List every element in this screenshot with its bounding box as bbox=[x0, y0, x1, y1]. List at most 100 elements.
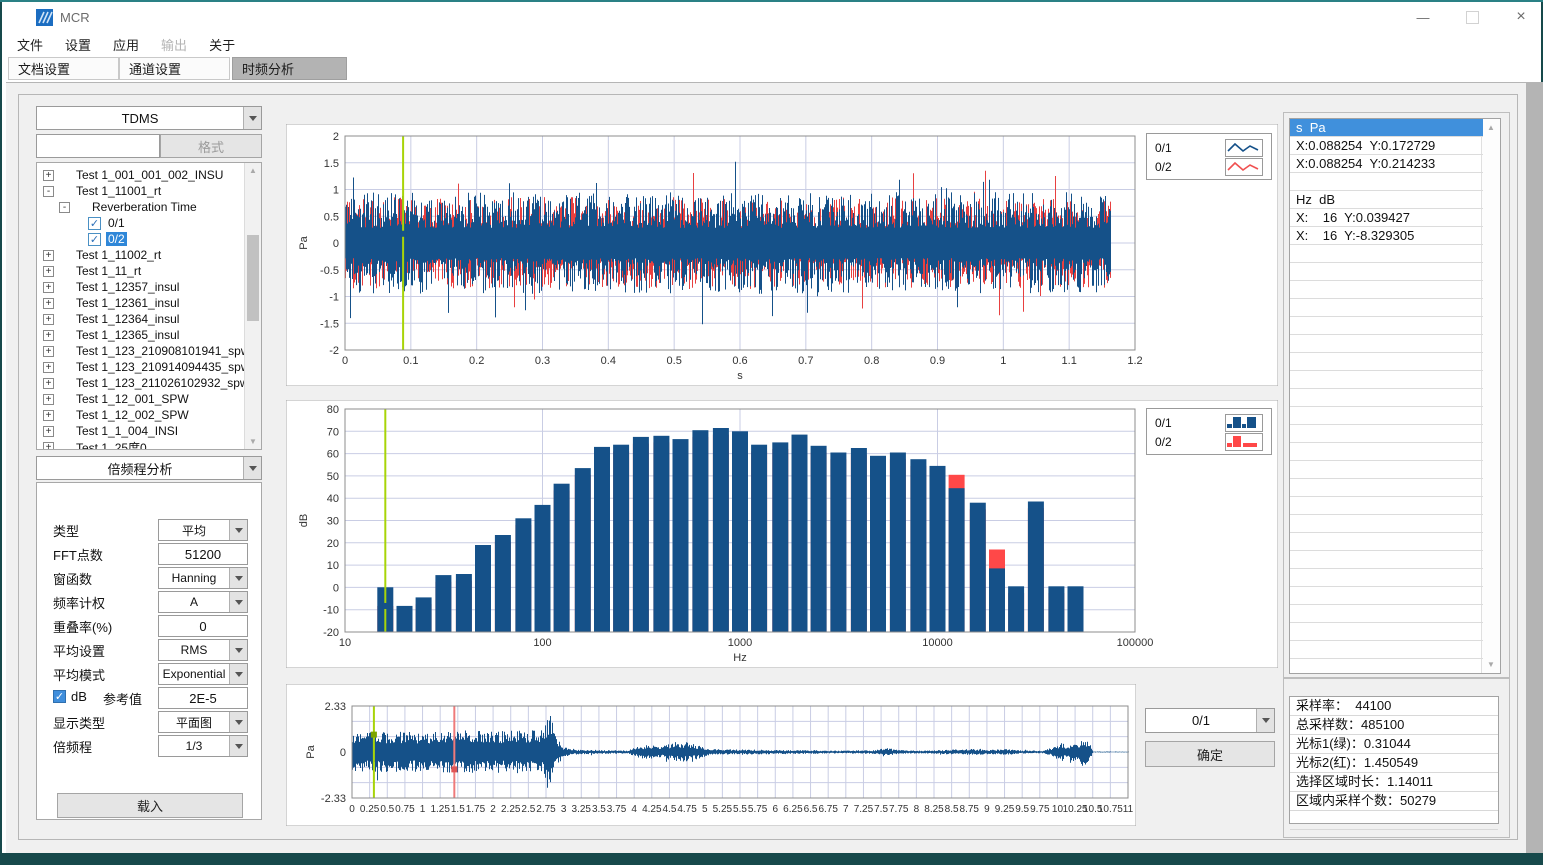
readout-row[interactable] bbox=[1290, 479, 1483, 497]
expand-icon[interactable]: + bbox=[43, 282, 54, 293]
chevron-down-icon[interactable] bbox=[229, 520, 247, 540]
chevron-down-icon[interactable] bbox=[229, 640, 247, 660]
close-button[interactable]: × bbox=[1498, 2, 1543, 32]
readout-row[interactable]: X:0.088254 Y:0.214233 bbox=[1290, 155, 1483, 173]
chevron-down-icon[interactable] bbox=[243, 107, 261, 129]
tree-item[interactable]: +Test 1_12_001_SPW bbox=[37, 391, 261, 407]
db-checkbox[interactable]: ✓ bbox=[53, 690, 66, 703]
collapse-icon[interactable]: - bbox=[59, 202, 70, 213]
display-type-combobox[interactable]: 平面图 bbox=[158, 711, 248, 733]
scroll-down-icon[interactable]: ▼ bbox=[245, 437, 261, 446]
tree-item[interactable]: +Test 1_12364_insul bbox=[37, 311, 261, 327]
collapse-icon[interactable]: - bbox=[43, 186, 54, 197]
octave-spectrum-chart[interactable]: 80706050403020100-10-2010100100010000100… bbox=[286, 400, 1278, 668]
overview-waveform-chart[interactable]: 2.330-2.3300.250.50.7511.251.51.7522.252… bbox=[286, 684, 1136, 826]
readout-scrollbar[interactable]: ▲ ▼ bbox=[1481, 119, 1500, 673]
window-function-combobox[interactable]: Hanning bbox=[158, 567, 248, 589]
average-mode-combobox[interactable]: Exponential bbox=[158, 663, 248, 685]
readout-row[interactable] bbox=[1290, 443, 1483, 461]
readout-row[interactable] bbox=[1290, 299, 1483, 317]
tree-scrollbar[interactable]: ▲▼ bbox=[244, 163, 261, 449]
menu-about[interactable]: 关于 bbox=[198, 32, 246, 57]
filter-input[interactable] bbox=[36, 134, 160, 158]
readout-row[interactable] bbox=[1290, 605, 1483, 623]
expand-icon[interactable]: + bbox=[43, 426, 54, 437]
expand-icon[interactable]: + bbox=[43, 298, 54, 309]
chevron-down-icon[interactable] bbox=[229, 736, 247, 756]
readout-row[interactable] bbox=[1290, 353, 1483, 371]
tree-item[interactable]: +Test 1_25度0 bbox=[37, 439, 261, 450]
load-button[interactable]: 载入 bbox=[57, 793, 243, 818]
readout-row[interactable] bbox=[1290, 335, 1483, 353]
readout-row[interactable] bbox=[1290, 371, 1483, 389]
readout-row[interactable] bbox=[1290, 425, 1483, 443]
readout-row[interactable]: X: 16 Y:-8.329305 bbox=[1290, 227, 1483, 245]
expand-icon[interactable]: + bbox=[43, 346, 54, 357]
tree-item[interactable]: ✓0/2 bbox=[37, 231, 261, 247]
channel-checkbox[interactable]: ✓ bbox=[88, 217, 101, 230]
chevron-down-icon[interactable] bbox=[229, 664, 247, 684]
tree-item[interactable]: -Test 1_11001_rt bbox=[37, 183, 261, 199]
readout-row[interactable] bbox=[1290, 551, 1483, 569]
format-button[interactable]: 格式 bbox=[160, 134, 262, 158]
scroll-up-icon[interactable]: ▲ bbox=[1482, 123, 1500, 132]
expand-icon[interactable]: + bbox=[43, 362, 54, 373]
readout-row[interactable] bbox=[1290, 389, 1483, 407]
expand-icon[interactable]: + bbox=[43, 250, 54, 261]
analysis-type-combobox[interactable]: 倍频程分析 bbox=[36, 456, 262, 480]
frequency-weighting-combobox[interactable]: A bbox=[158, 591, 248, 613]
readout-row[interactable] bbox=[1290, 245, 1483, 263]
readout-row[interactable] bbox=[1290, 569, 1483, 587]
readout-row[interactable]: Hz dB bbox=[1290, 191, 1483, 209]
expand-icon[interactable]: + bbox=[43, 314, 54, 325]
file-format-combobox[interactable]: TDMS bbox=[36, 106, 262, 130]
readout-row[interactable] bbox=[1290, 587, 1483, 605]
page-scrollbar[interactable] bbox=[1526, 82, 1543, 853]
scroll-up-icon[interactable]: ▲ bbox=[245, 166, 261, 175]
minimize-button[interactable]: — bbox=[1400, 2, 1446, 32]
readout-row[interactable] bbox=[1290, 641, 1483, 659]
tree-item[interactable]: +Test 1_123_210908101941_spw bbox=[37, 343, 261, 359]
chevron-down-icon[interactable] bbox=[229, 568, 247, 588]
tree-item[interactable]: +Test 1_12365_insul bbox=[37, 327, 261, 343]
tree-item[interactable]: -Reverberation Time bbox=[37, 199, 261, 215]
overlap-percent-input[interactable]: 0 bbox=[158, 615, 248, 637]
readout-row[interactable] bbox=[1290, 659, 1483, 674]
readout-row[interactable] bbox=[1290, 623, 1483, 641]
tree-item[interactable]: +Test 1_123_211026102932_spw bbox=[37, 375, 261, 391]
tree-item[interactable]: +Test 1_12361_insul bbox=[37, 295, 261, 311]
expand-icon[interactable]: + bbox=[43, 266, 54, 277]
menu-settings[interactable]: 设置 bbox=[54, 32, 102, 57]
menu-apply[interactable]: 应用 bbox=[102, 32, 150, 57]
time-waveform-chart[interactable]: 21.510.50-0.5-1-1.5-200.10.20.30.40.50.6… bbox=[286, 124, 1278, 386]
average-setting-combobox[interactable]: RMS bbox=[158, 639, 248, 661]
readout-row[interactable]: X: 16 Y:0.039427 bbox=[1290, 209, 1483, 227]
tree-item[interactable]: +Test 1_001_001_002_INSU bbox=[37, 167, 261, 183]
tree-item[interactable]: +Test 1_12_002_SPW bbox=[37, 407, 261, 423]
chevron-down-icon[interactable] bbox=[229, 712, 247, 732]
reference-value-input[interactable]: 2E-5 bbox=[158, 687, 248, 709]
tree-item[interactable]: +Test 1_12357_insul bbox=[37, 279, 261, 295]
confirm-button[interactable]: 确定 bbox=[1145, 741, 1275, 767]
tab-channel-settings[interactable]: 通道设置 bbox=[119, 57, 230, 80]
readout-row[interactable] bbox=[1290, 173, 1483, 191]
menu-file[interactable]: 文件 bbox=[6, 32, 54, 57]
channel-combobox[interactable]: 0/1 bbox=[1145, 708, 1275, 733]
chevron-down-icon[interactable] bbox=[229, 592, 247, 612]
expand-icon[interactable]: + bbox=[43, 442, 54, 451]
readout-row[interactable] bbox=[1290, 497, 1483, 515]
fft-points-input[interactable]: 51200 bbox=[158, 543, 248, 565]
readout-row[interactable] bbox=[1290, 515, 1483, 533]
expand-icon[interactable]: + bbox=[43, 394, 54, 405]
octave-combobox[interactable]: 1/3 bbox=[158, 735, 248, 757]
expand-icon[interactable]: + bbox=[43, 170, 54, 181]
channel-checkbox[interactable]: ✓ bbox=[88, 233, 101, 246]
type-combobox[interactable]: 平均 bbox=[158, 519, 248, 541]
readout-row[interactable] bbox=[1290, 281, 1483, 299]
readout-row[interactable] bbox=[1290, 317, 1483, 335]
readout-row[interactable] bbox=[1290, 461, 1483, 479]
expand-icon[interactable]: + bbox=[43, 410, 54, 421]
tab-time-frequency-analysis[interactable]: 时频分析 bbox=[232, 57, 347, 80]
readout-row[interactable] bbox=[1290, 263, 1483, 281]
expand-icon[interactable]: + bbox=[43, 378, 54, 389]
